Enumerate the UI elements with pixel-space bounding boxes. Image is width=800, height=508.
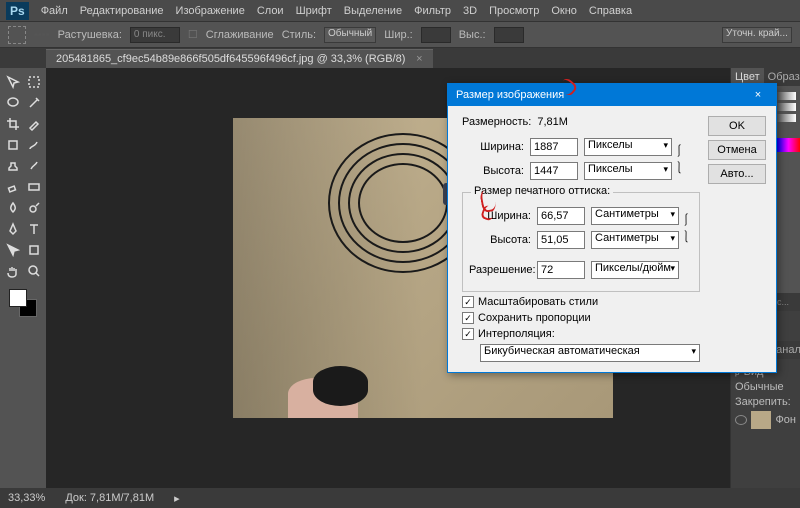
- refine-edge-button[interactable]: Уточн. край...: [722, 27, 792, 43]
- blend-mode-select[interactable]: Обычные: [735, 381, 796, 393]
- lock-label: Закрепить:: [735, 396, 791, 408]
- doc-info: Док: 7,81М/7,81М: [65, 492, 154, 504]
- heal-tool[interactable]: [3, 135, 23, 155]
- image-size-dialog: Размер изображения × Размерность: 7,81М …: [447, 83, 777, 373]
- dimension-label: Размерность:: [462, 116, 531, 128]
- menu-layers[interactable]: Слои: [257, 5, 284, 17]
- status-bar: 33,33% Док: 7,81М/7,81М ▸: [0, 488, 800, 508]
- px-width-input[interactable]: [530, 138, 578, 156]
- height-label: Выс.:: [459, 29, 486, 41]
- close-icon[interactable]: ×: [748, 89, 768, 101]
- feather-input[interactable]: [130, 27, 180, 43]
- menu-3d[interactable]: 3D: [463, 5, 477, 17]
- resolution-unit[interactable]: Пикселы/дюйм: [591, 261, 679, 279]
- menu-type[interactable]: Шрифт: [296, 5, 332, 17]
- print-height-unit[interactable]: Сантиметры: [591, 231, 679, 249]
- menu-file[interactable]: Файл: [41, 5, 68, 17]
- path-tool[interactable]: [3, 240, 23, 260]
- print-width-unit[interactable]: Сантиметры: [591, 207, 679, 225]
- dodge-tool[interactable]: [24, 198, 44, 218]
- print-height-input[interactable]: [537, 231, 585, 249]
- dialog-title: Размер изображения: [456, 89, 564, 101]
- resample-method-select[interactable]: Бикубическая автоматическая: [480, 344, 700, 362]
- foreground-color[interactable]: [9, 289, 27, 307]
- dimension-value: 7,81М: [537, 116, 568, 128]
- menu-filter[interactable]: Фильтр: [414, 5, 451, 17]
- print-size-group: Размер печатного оттиска: Ширина: Сантим…: [462, 192, 700, 292]
- app-logo: Ps: [6, 2, 29, 20]
- document-tab[interactable]: 205481865_cf9ec54b89e866f505df645596f496…: [46, 49, 433, 68]
- brush-tool[interactable]: [24, 135, 44, 155]
- feather-label: Растушевка:: [58, 29, 122, 41]
- constrain-checkbox[interactable]: ✓: [462, 312, 474, 324]
- link-icon-print[interactable]: ⎰⎱: [679, 213, 693, 243]
- main-menu-bar: Ps Файл Редактирование Изображение Слои …: [0, 0, 800, 22]
- dialog-titlebar[interactable]: Размер изображения ×: [448, 84, 776, 106]
- tools-panel: [0, 68, 46, 488]
- lasso-tool[interactable]: [3, 93, 23, 113]
- resolution-label: Разрешение:: [469, 264, 531, 276]
- height-input[interactable]: [494, 27, 524, 43]
- options-bar: ▪▪▪▪ Растушевка: ☐ Сглаживание Стиль: Об…: [0, 22, 800, 48]
- document-tab-title: 205481865_cf9ec54b89e866f505df645596f496…: [56, 53, 405, 65]
- width-label: Шир.:: [384, 29, 412, 41]
- style-select[interactable]: Обычный: [324, 27, 376, 43]
- eraser-tool[interactable]: [3, 177, 23, 197]
- crop-tool[interactable]: [3, 114, 23, 134]
- zoom-tool[interactable]: [24, 261, 44, 281]
- px-height-unit[interactable]: Пикселы: [584, 162, 672, 180]
- hand-tool[interactable]: [3, 261, 23, 281]
- layers-panel: ρВид Обычные Закрепить: Фон: [731, 359, 800, 488]
- px-width-label: Ширина:: [462, 141, 524, 153]
- print-width-label: Ширина:: [469, 210, 531, 222]
- menu-select[interactable]: Выделение: [344, 5, 402, 17]
- document-tab-bar: 205481865_cf9ec54b89e866f505df645596f496…: [0, 48, 800, 68]
- scale-styles-checkbox[interactable]: ✓: [462, 296, 474, 308]
- auto-button[interactable]: Авто...: [708, 164, 766, 184]
- menu-edit[interactable]: Редактирование: [80, 5, 164, 17]
- gradient-tool[interactable]: [24, 177, 44, 197]
- resample-checkbox[interactable]: ✓: [462, 328, 474, 340]
- layer-thumbnail: [751, 411, 771, 429]
- constrain-label: Сохранить пропорции: [478, 312, 591, 324]
- px-height-input[interactable]: [530, 162, 578, 180]
- menu-view[interactable]: Просмотр: [489, 5, 539, 17]
- print-height-label: Высота:: [469, 234, 531, 246]
- blur-tool[interactable]: [3, 198, 23, 218]
- shape-tool[interactable]: [24, 240, 44, 260]
- menu-help[interactable]: Справка: [589, 5, 632, 17]
- menu-window[interactable]: Окно: [551, 5, 577, 17]
- marquee-tool[interactable]: [24, 72, 44, 92]
- scale-styles-label: Масштабировать стили: [478, 296, 598, 308]
- layer-row-bg[interactable]: Фон: [735, 408, 796, 432]
- pen-tool[interactable]: [3, 219, 23, 239]
- px-width-unit[interactable]: Пикселы: [584, 138, 672, 156]
- resolution-input[interactable]: [537, 261, 585, 279]
- layer-name: Фон: [775, 414, 796, 426]
- type-tool[interactable]: [24, 219, 44, 239]
- history-brush-tool[interactable]: [24, 156, 44, 176]
- eyedropper-tool[interactable]: [24, 114, 44, 134]
- print-width-input[interactable]: [537, 207, 585, 225]
- visibility-icon[interactable]: [735, 415, 747, 425]
- width-input[interactable]: [421, 27, 451, 43]
- marquee-icon: [8, 26, 26, 44]
- menu-image[interactable]: Изображение: [176, 5, 245, 17]
- px-height-label: Высота:: [462, 165, 524, 177]
- wand-tool[interactable]: [24, 93, 44, 113]
- resample-label: Интерполяция:: [478, 328, 555, 340]
- close-tab-icon[interactable]: ×: [416, 53, 422, 65]
- antialias-label: Сглаживание: [206, 29, 274, 41]
- cancel-button[interactable]: Отмена: [708, 140, 766, 160]
- color-swatches[interactable]: [9, 289, 37, 317]
- ok-button[interactable]: OK: [708, 116, 766, 136]
- link-icon[interactable]: ⎰⎱: [672, 144, 686, 174]
- antialias-checkbox[interactable]: ☐: [188, 28, 198, 41]
- move-tool[interactable]: [3, 72, 23, 92]
- zoom-level[interactable]: 33,33%: [8, 492, 45, 504]
- style-label: Стиль:: [282, 29, 316, 41]
- stamp-tool[interactable]: [3, 156, 23, 176]
